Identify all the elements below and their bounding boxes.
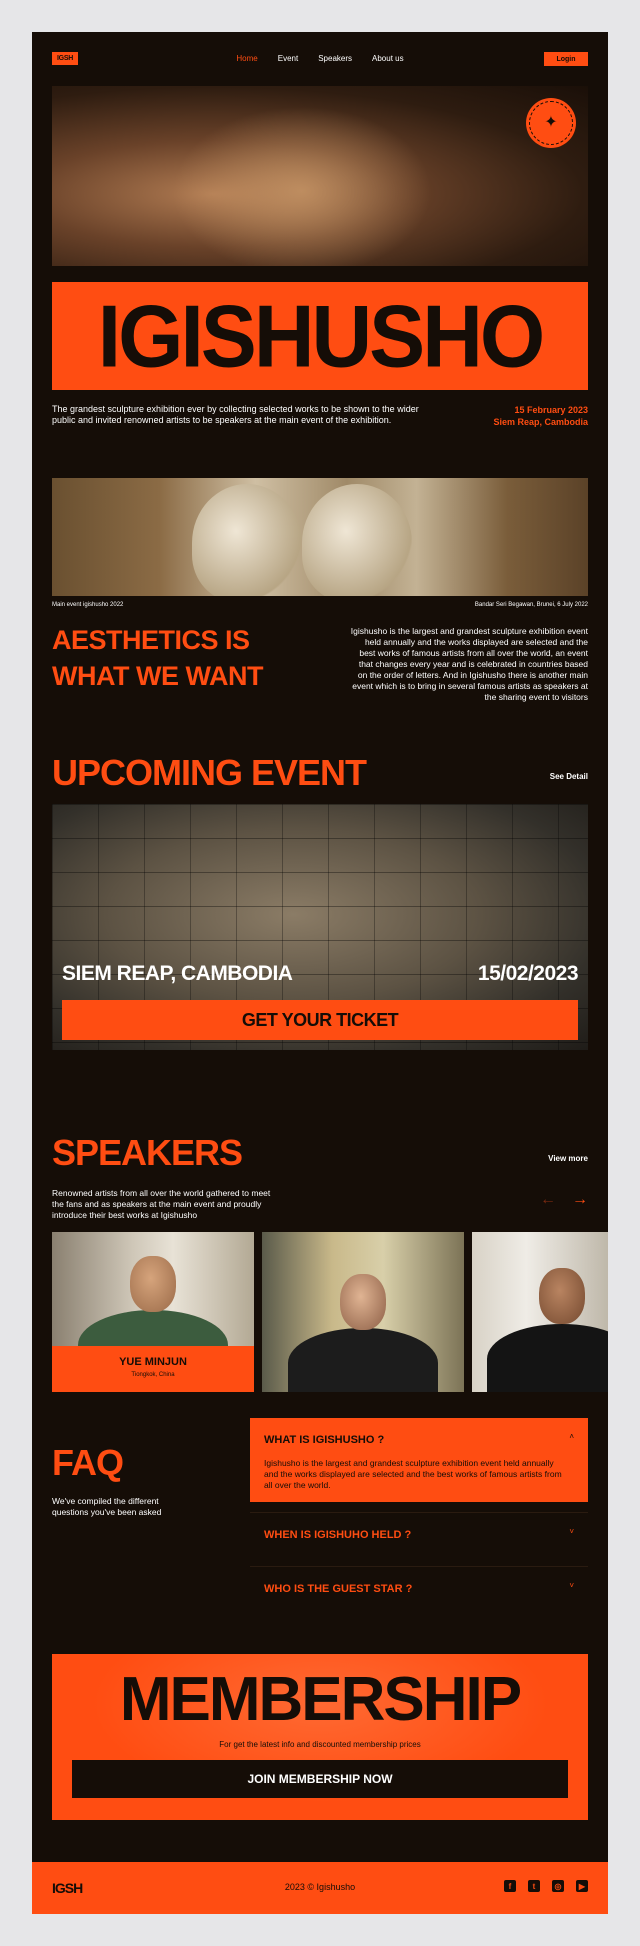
join-membership-button[interactable]: JOIN MEMBERSHIP NOW [72,1760,568,1798]
badge-ring [529,101,573,145]
page-frame: IGSH Home Event Speakers About us Login … [32,32,608,1914]
statue-face [302,484,412,596]
arrow-right-icon[interactable]: → [572,1192,588,1208]
youtube-icon[interactable]: ▶ [576,1880,588,1892]
faq-item[interactable]: WHEN IS IGISHUHO HELD ? ˅ [250,1512,588,1558]
hero-title: IGISHUSHO [97,286,545,385]
aesthetics-title: AESTHETICS IS WHAT WE WANT [52,625,263,691]
faq-item[interactable]: WHO IS THE GUEST STAR ? ˅ [250,1566,588,1612]
speaker-card[interactable] [472,1232,608,1392]
nav-home[interactable]: Home [236,54,257,63]
faq-title: FAQ [52,1442,124,1483]
twitter-icon[interactable]: t [528,1880,540,1892]
hero-location: Siem Reap, Cambodia [493,417,588,427]
facebook-icon[interactable]: f [504,1880,516,1892]
hero-event-info: 15 February 2023 Siem Reap, Cambodia [493,404,588,428]
upcoming-event-image: SIEM REAP, CAMBODIA 15/02/2023 GET YOUR … [52,804,588,1050]
speakers-title: SPEAKERS [52,1132,243,1173]
arrow-left-icon[interactable]: ← [540,1192,556,1208]
instagram-icon[interactable]: ◎ [552,1880,564,1892]
footer: IGSH 2023 © Igishusho f t ◎ ▶ [32,1862,608,1914]
buy-ticket-badge[interactable]: ✦ [526,98,576,148]
speaker-location: Tiongkok, China [131,1372,175,1378]
membership-title: MEMBERSHIP [119,1665,522,1734]
faq-question: WHAT IS IGISHUSHO ? [264,1434,385,1446]
speaker-photo [262,1232,464,1392]
nav-speakers[interactable]: Speakers [318,54,352,63]
chevron-down-icon[interactable]: ˅ [569,1527,574,1536]
hero-description: The grandest sculpture exhibition ever b… [52,404,419,425]
speaker-card[interactable] [262,1232,464,1392]
hero-date: 15 February 2023 [514,405,588,415]
get-ticket-button[interactable]: GET YOUR TICKET [62,1000,578,1040]
view-more-link[interactable]: View more [548,1154,588,1163]
aesthetics-image [52,478,588,596]
speaker-label: YUE MINJUN Tiongkok, China [52,1346,254,1392]
upcoming-title: UPCOMING EVENT [52,752,367,793]
image-caption-right: Bandar Seri Begawan, Brunei, 6 July 2022 [474,602,588,608]
speakers-description: Renowned artists from all over the world… [52,1188,271,1220]
speaker-name: YUE MINJUN [119,1356,187,1368]
speaker-head [340,1274,386,1330]
speaker-body [487,1324,608,1392]
event-date: 15/02/2023 [477,962,579,985]
faq-question: WHEN IS IGISHUHO HELD ? [264,1529,412,1541]
faq-question: WHO IS THE GUEST STAR ? [264,1583,413,1595]
social-links: f t ◎ ▶ [504,1880,588,1892]
faq-item-open[interactable]: WHAT IS IGISHUSHO ? ˄ Igishusho is the l… [250,1418,588,1502]
membership-subtitle: For get the latest info and discounted m… [219,1740,421,1749]
speaker-card[interactable]: YUE MINJUN Tiongkok, China [52,1232,254,1392]
aesthetics-text: Igishusho is the largest and grandest sc… [350,626,588,702]
nav-about-us[interactable]: About us [372,54,404,63]
see-detail-link[interactable]: See Detail [550,772,588,781]
speaker-body [288,1328,438,1392]
faq-answer: Igishusho is the largest and grandest sc… [264,1458,562,1490]
image-caption-left: Main event igishusho 2022 [52,602,124,608]
chevron-down-icon[interactable]: ˅ [569,1581,574,1590]
membership-section: MEMBERSHIP For get the latest info and d… [52,1654,588,1820]
speaker-head [539,1268,585,1324]
login-button[interactable]: Login [544,52,588,66]
speaker-head [130,1256,176,1312]
faq-description: We've compiled the different questions y… [52,1496,162,1517]
nav-event[interactable]: Event [278,54,298,63]
hero-sculpture [172,106,432,266]
speaker-photo [472,1232,608,1392]
hero-image: ✦ [52,86,588,266]
event-place: SIEM REAP, CAMBODIA [62,962,293,985]
statue-face [192,484,302,596]
main-nav: Home Event Speakers About us [32,54,608,63]
hero-title-band: IGISHUSHO [52,282,588,390]
chevron-up-icon[interactable]: ˄ [569,1432,574,1441]
